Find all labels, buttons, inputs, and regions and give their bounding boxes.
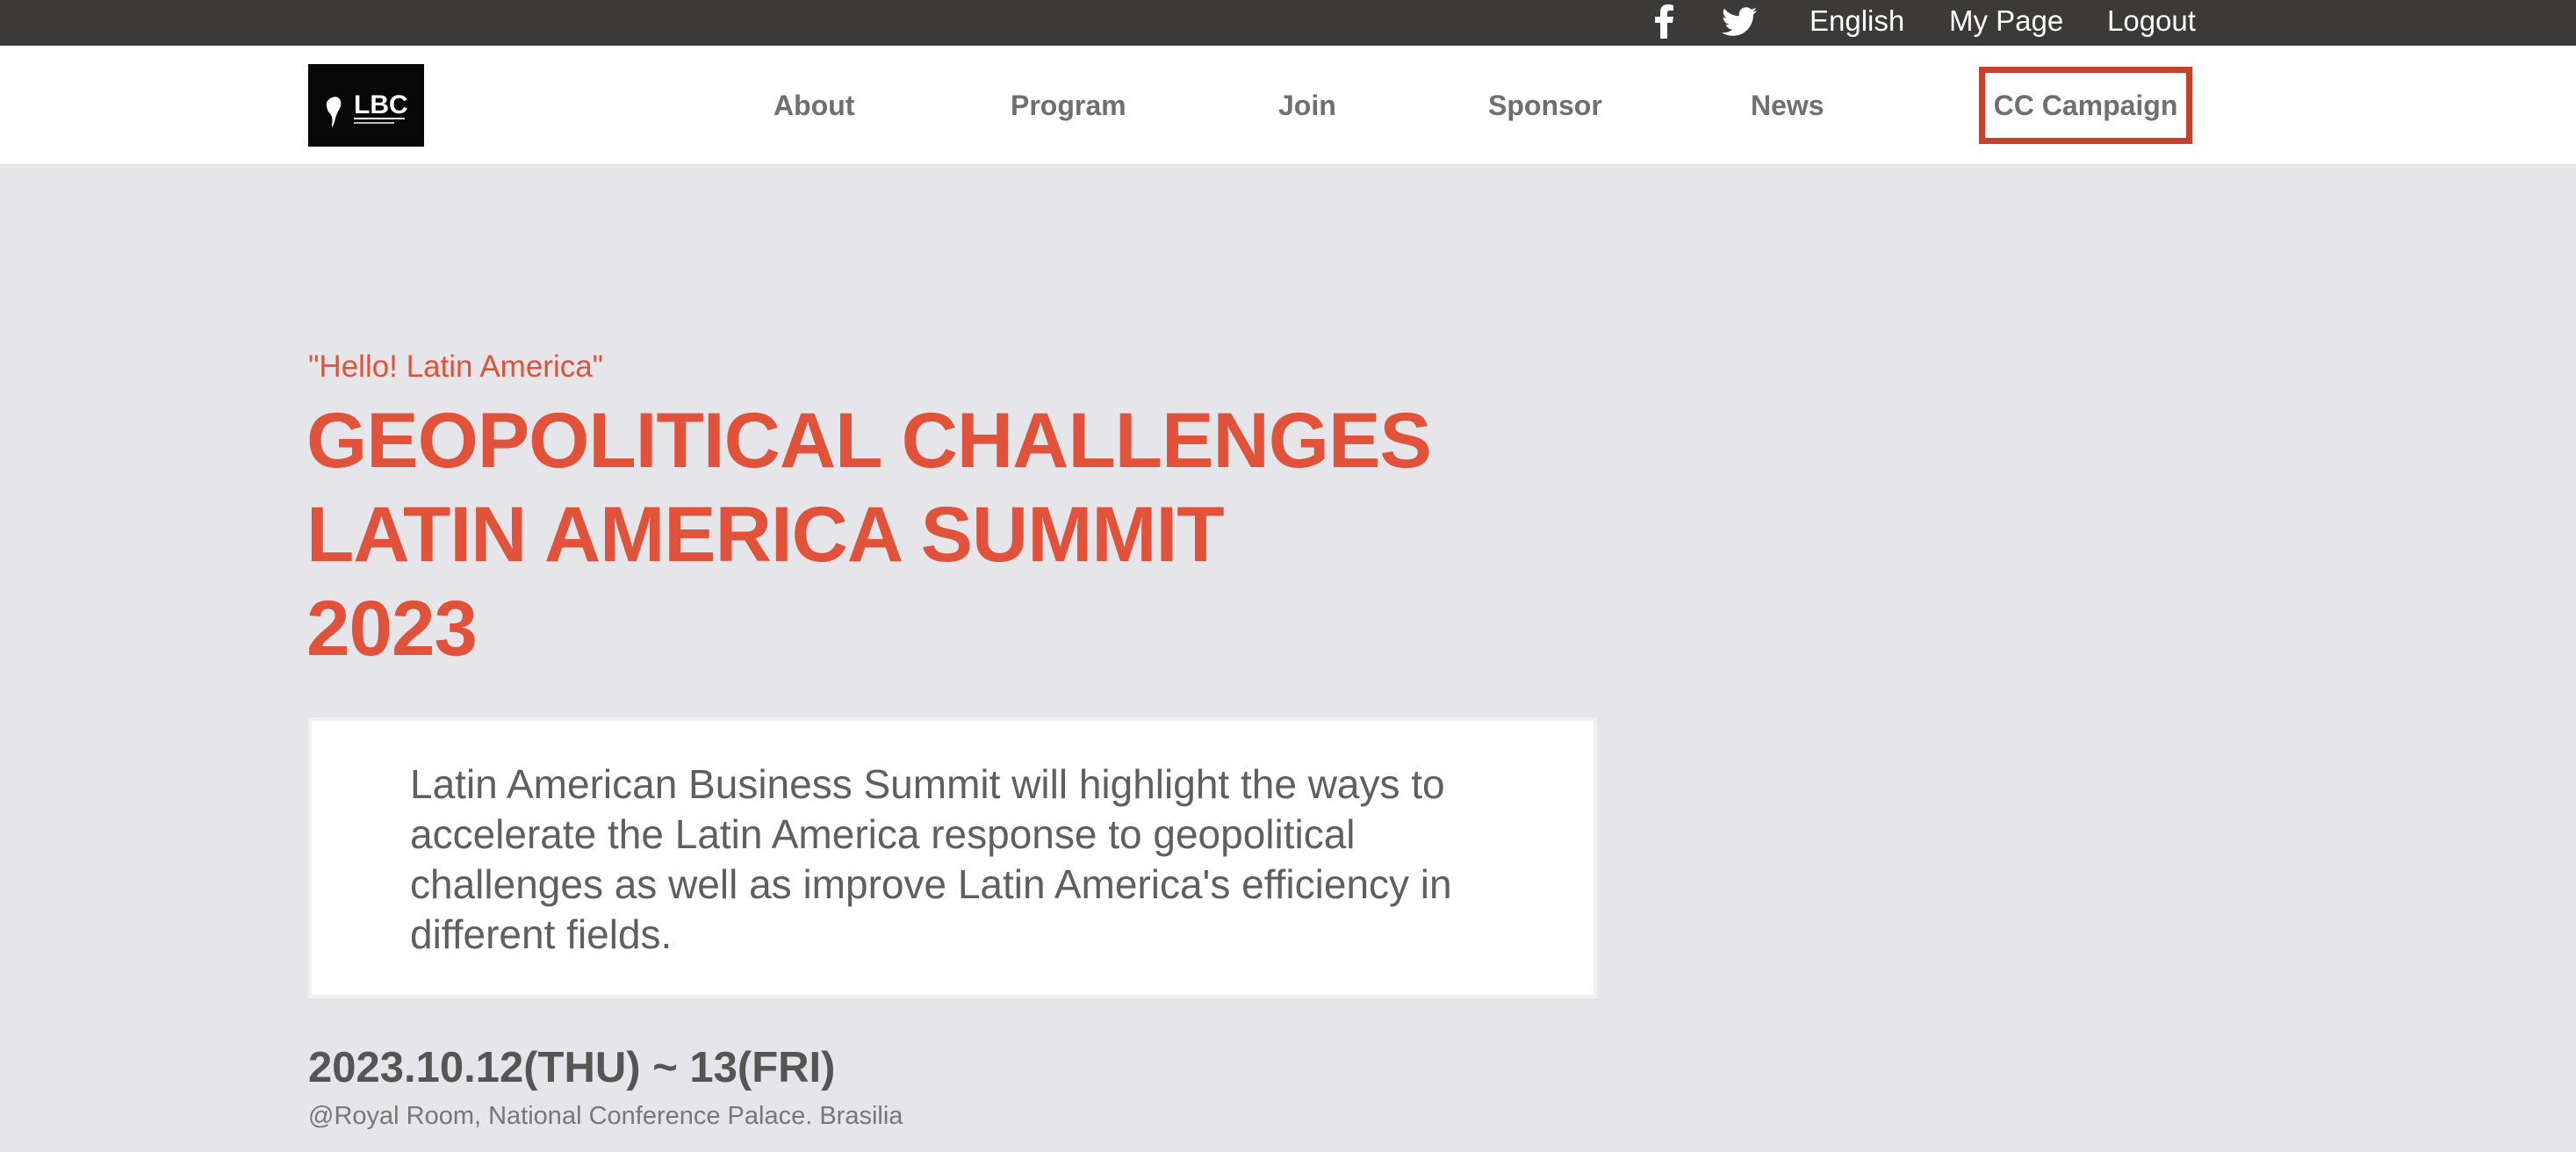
nav-news[interactable]: News <box>1751 86 1824 125</box>
hero-title: GEOPOLITICAL CHALLENGES LATIN AMERICA SU… <box>306 393 1536 675</box>
logo-text: LBC <box>354 90 408 119</box>
cc-campaign-button[interactable]: CC Campaign <box>1979 67 2192 144</box>
twitter-icon[interactable] <box>1721 4 1758 39</box>
hero-eyebrow: "Hello! Latin America" <box>308 349 604 384</box>
summit-description-card: Latin American Business Summit will high… <box>308 717 1597 998</box>
nav-program[interactable]: Program <box>1011 86 1126 125</box>
nav-sponsor[interactable]: Sponsor <box>1488 86 1602 125</box>
my-page-link[interactable]: My Page <box>1949 2 2063 40</box>
summit-description: Latin American Business Summit will high… <box>410 761 1452 957</box>
logout-link[interactable]: Logout <box>2107 2 2196 40</box>
top-utility-bar: English My Page Logout <box>0 0 2576 46</box>
event-date: 2023.10.12(THU) ~ 13(FRI) <box>308 1044 836 1091</box>
hero-title-line: 2023 <box>306 584 478 672</box>
lbc-logo[interactable]: LBC <box>308 64 424 147</box>
nav-about[interactable]: About <box>774 86 854 125</box>
hero-title-line: GEOPOLITICAL CHALLENGES <box>306 396 1432 484</box>
main-navbar: LBC About Program Join Sponsor News CC C… <box>0 46 2576 165</box>
language-link[interactable]: English <box>1810 2 1904 40</box>
nav-join[interactable]: Join <box>1278 86 1336 125</box>
event-venue: @Royal Room, National Conference Palace.… <box>308 1102 903 1130</box>
facebook-icon[interactable] <box>1652 4 1675 39</box>
lbc-logo-mark: LBC <box>326 90 408 127</box>
hero-title-line: LATIN AMERICA SUMMIT <box>306 490 1225 578</box>
